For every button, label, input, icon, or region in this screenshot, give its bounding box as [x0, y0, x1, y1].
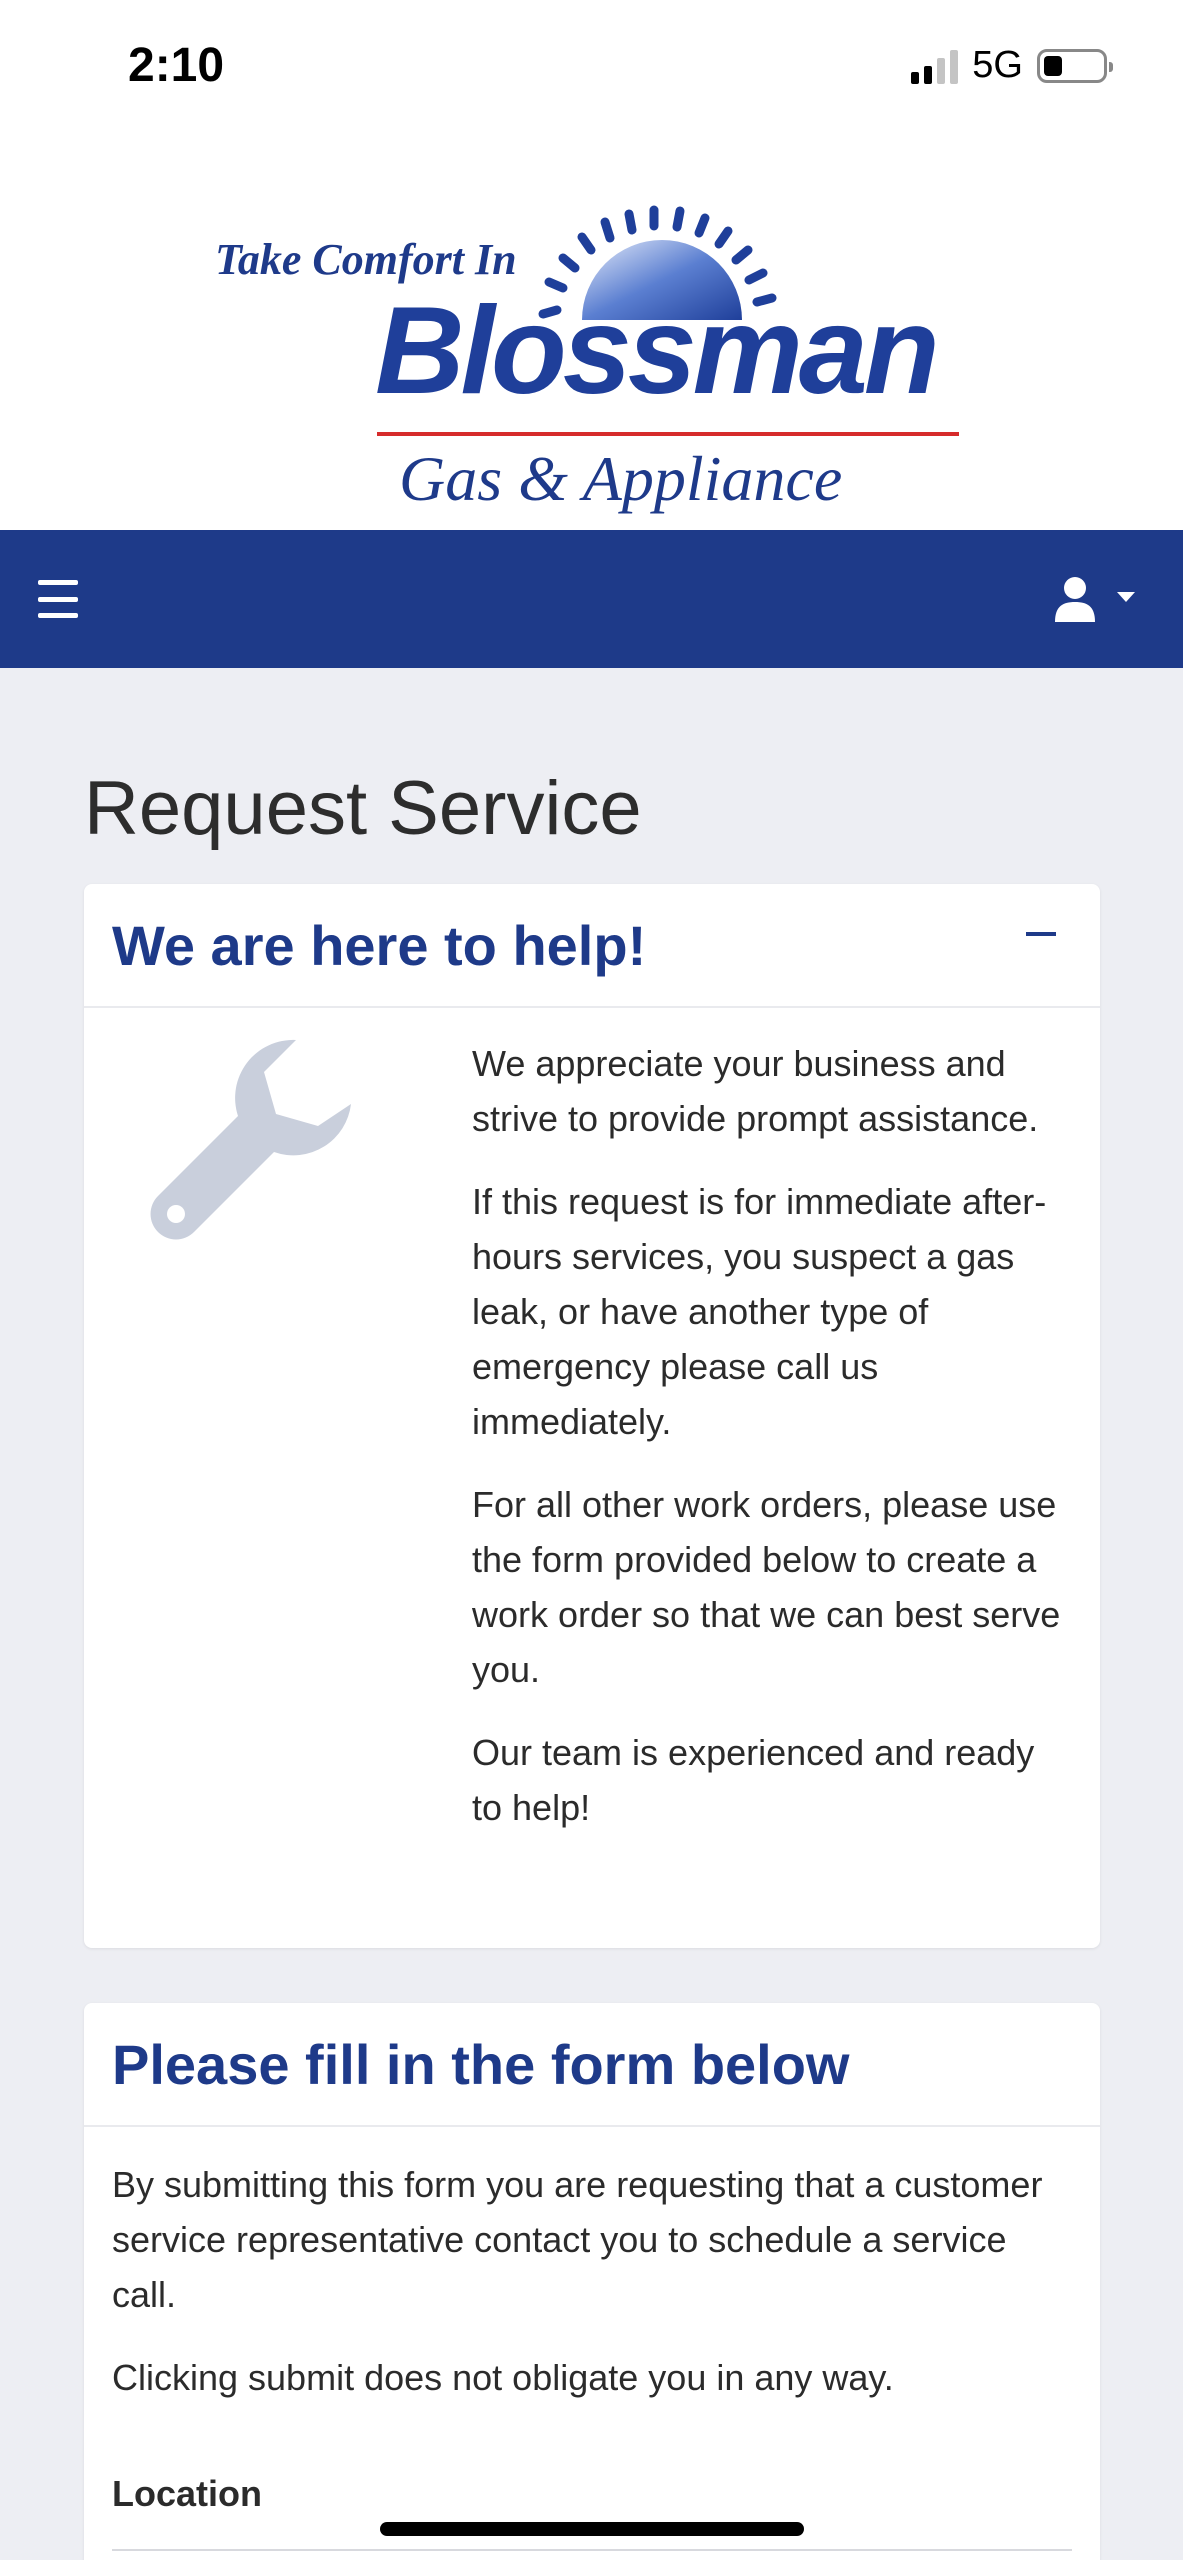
brand-logo[interactable]: Take Comfort In Blossman Gas & Appliance — [215, 192, 975, 514]
location-label: Location — [112, 2473, 262, 2514]
navbar — [0, 530, 1183, 668]
logo-brand: Blossman — [375, 282, 940, 420]
logo-underline — [377, 432, 959, 436]
form-paragraph: By submitting this form you are requesti… — [112, 2164, 1043, 2315]
help-paragraph: For all other work orders, please use th… — [472, 1484, 1061, 1690]
help-card-body: We appreciate your business and strive t… — [84, 1008, 1100, 1946]
help-card: We are here to help! We appreciate your … — [84, 884, 1100, 1948]
battery-icon — [1037, 48, 1113, 83]
help-paragraph: We appreciate your business and strive t… — [472, 1043, 1039, 1139]
help-paragraph: If this request is for immediate after-h… — [472, 1181, 1047, 1442]
logo-header: Take Comfort In Blossman Gas & Appliance — [0, 130, 1183, 530]
home-indicator[interactable] — [380, 2522, 804, 2536]
location-field[interactable] — [112, 2549, 1072, 2560]
caret-down-icon — [1117, 592, 1135, 602]
form-card-header: Please fill in the form below — [84, 2003, 1100, 2127]
wrench-icon — [150, 1039, 351, 1240]
hamburger-icon[interactable] — [38, 580, 78, 618]
help-paragraph: Our team is experienced and ready to hel… — [472, 1732, 1035, 1828]
logo-subtitle: Gas & Appliance — [399, 443, 843, 514]
form-card-body: By submitting this form you are requesti… — [84, 2127, 1100, 2463]
status-bar: 2:10 5G — [0, 0, 1183, 130]
page-title: Request Service — [84, 766, 642, 851]
minus-icon[interactable] — [1026, 932, 1056, 936]
form-card-title: Please fill in the form below — [112, 2032, 850, 2096]
user-menu-button[interactable] — [1053, 576, 1143, 624]
form-card: Please fill in the form below By submitt… — [84, 2003, 1100, 2560]
help-text: We appreciate your business and strive t… — [472, 1036, 1062, 1863]
signal-icon — [911, 48, 959, 84]
network-label: 5G — [972, 44, 1023, 86]
logo-tagline: Take Comfort In — [215, 235, 517, 284]
user-icon — [1055, 577, 1135, 622]
status-time: 2:10 — [128, 39, 225, 92]
help-card-header[interactable]: We are here to help! — [84, 884, 1100, 1008]
form-paragraph: Clicking submit does not obligate you in… — [112, 2357, 894, 2398]
status-indicators: 5G — [911, 44, 1113, 87]
help-card-title: We are here to help! — [112, 913, 647, 977]
